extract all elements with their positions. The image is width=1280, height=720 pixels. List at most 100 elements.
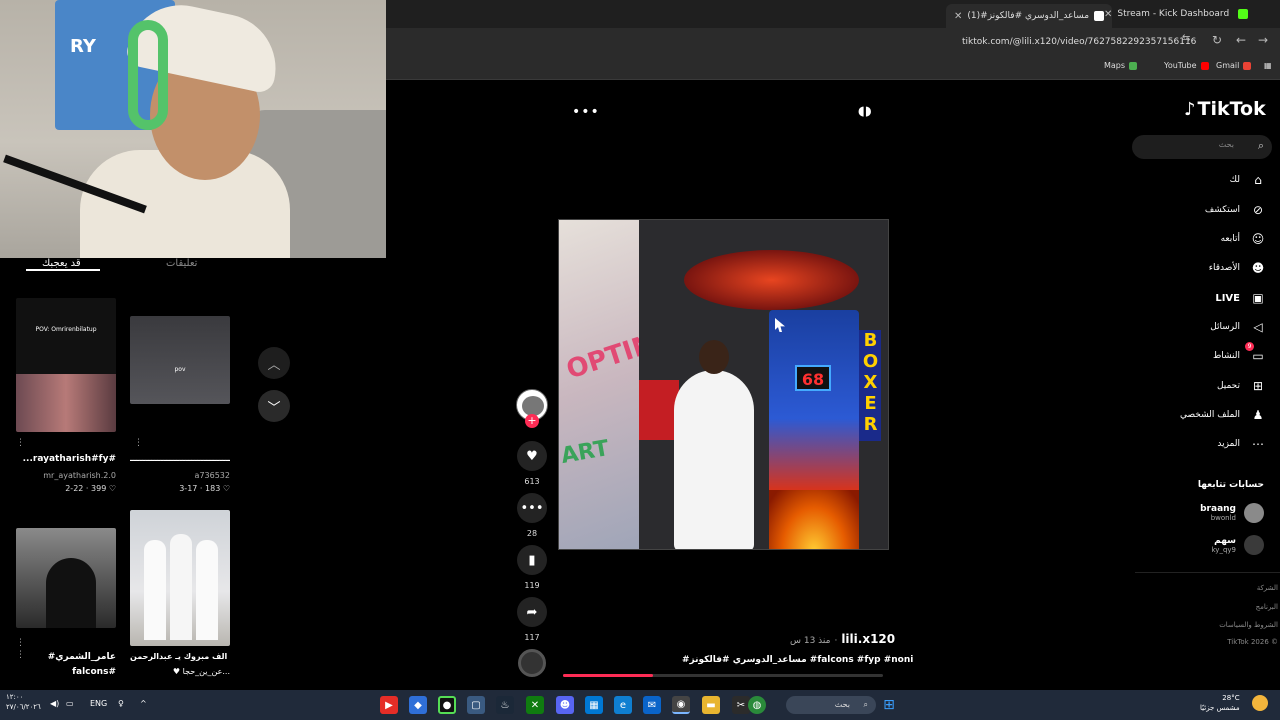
weather-widget[interactable]: 28°C مشمس جزئيًا (1200, 693, 1240, 713)
next-video-button[interactable]: ﹀ (258, 390, 290, 422)
sound-disc-icon[interactable] (518, 649, 546, 677)
weather-sun-icon (1252, 695, 1268, 711)
sidebar-item-label: الملف الشخصي (1180, 410, 1240, 420)
video-progress-bar[interactable] (563, 674, 883, 677)
steam-icon[interactable]: ♨ (496, 696, 514, 714)
card-author[interactable]: mr_ayatharish.2.0 (16, 471, 116, 480)
tab-kick[interactable]: ✕ Stream - Kick Dashboard (1104, 4, 1229, 24)
sidebar-item-following[interactable]: أتابعه ☺ (1221, 229, 1266, 249)
video-thumbnail[interactable]: POV: Omrirenbilatup (16, 298, 116, 432)
edge-icon[interactable]: e (614, 696, 632, 714)
forward-icon[interactable]: → (1258, 33, 1268, 47)
card-likes: 183 ♡ (205, 484, 230, 493)
chrome-icon[interactable]: ◉ (672, 696, 690, 714)
apps-grid-icon[interactable]: ▦ (1264, 61, 1272, 70)
obs-icon[interactable]: ● (438, 696, 456, 714)
tab-comments[interactable]: تعليقات (166, 258, 197, 269)
bookmark-youtube[interactable]: YouTube (1164, 61, 1209, 70)
site-settings-icon[interactable]: ⇆ (1182, 33, 1190, 44)
card-title[interactable]: الف مبروك يـ عبدالرحمن ✨ (130, 652, 230, 661)
footer-link-program[interactable]: البرنامج (1256, 603, 1278, 611)
divider (1135, 572, 1280, 573)
globe-icon[interactable]: ◍ (748, 696, 766, 714)
taskbar-clock[interactable]: ١٢:٠٠ ٢٧/٠٦/٢٠٢٦ (6, 692, 41, 712)
sidebar-item-label: النشاط (1212, 351, 1240, 361)
reload-icon[interactable]: ↻ (1212, 33, 1222, 47)
discord-icon[interactable]: ☻ (556, 696, 574, 714)
account-handle: ky_qy9 (1211, 546, 1237, 554)
sidebar-item-for-you[interactable]: لك ⌂ (1230, 170, 1266, 190)
volume-icon[interactable]: ◀) (50, 699, 59, 708)
youtube-icon[interactable]: ▶ (380, 696, 398, 714)
mic-icon[interactable]: ♀ (118, 699, 124, 708)
caption-hashtags[interactable]: #مساعد_الدوسري #فالكونز #falcons #fyp #n… (682, 655, 913, 665)
volume-icon[interactable]: ◖◗ (858, 104, 872, 119)
more-options-icon[interactable]: ⋮ (134, 438, 143, 448)
more-options-icon[interactable]: ⋮ (16, 438, 25, 448)
like-button[interactable]: ♥ (517, 441, 547, 471)
sidebar-item-explore[interactable]: استكشف ⊘ (1205, 200, 1266, 220)
sidebar-item-upload[interactable]: تحميل ⊞ (1217, 376, 1266, 396)
sidebar-item-friends[interactable]: الأصدقاء ☻ (1209, 258, 1266, 278)
card-title[interactable]: ـــــــــــــــــــــــــــــــــــ (130, 454, 230, 464)
back-icon[interactable]: ← (1236, 33, 1246, 47)
more-options-icon[interactable]: ⋮ (16, 638, 25, 648)
bookmark-gmail[interactable]: Gmail (1216, 61, 1252, 70)
taskbar-search[interactable]: بحث ⌕ (786, 696, 876, 714)
window-app-icon[interactable]: ▢ (467, 696, 485, 714)
windows-start-icon[interactable]: ⊞ (880, 696, 898, 714)
sidebar-item-messages[interactable]: الرسائل ◁ (1210, 317, 1266, 337)
chevron-up-icon[interactable]: ^ (140, 699, 147, 708)
video-thumbnail[interactable]: pov (130, 316, 230, 404)
boxer-text: BOXER (860, 330, 881, 435)
store-icon[interactable]: ▦ (585, 696, 603, 714)
card-author[interactable]: a736532 (130, 471, 230, 480)
sidebar-item-more[interactable]: المزيد ⋯ (1217, 434, 1266, 454)
following-account[interactable]: سهم ky_qy9 (1211, 535, 1264, 555)
close-icon[interactable]: ✕ (1104, 9, 1112, 20)
file-explorer-icon[interactable]: ▬ (702, 696, 720, 714)
search-icon[interactable]: ⌕ (1258, 139, 1264, 153)
video-player[interactable]: OPTIMI ART 68 BOXER (558, 219, 889, 550)
more-options-icon[interactable]: ⋮ (16, 650, 25, 660)
shirt-print: RY (70, 36, 96, 57)
language-indicator[interactable]: ENG (90, 699, 107, 708)
comment-button[interactable]: ••• (517, 493, 547, 523)
tab-tiktok[interactable]: ✕ (1)#مساعد_الدوسري #فالكونز (946, 4, 1113, 28)
battery-icon[interactable]: ▭ (66, 699, 74, 708)
footer-link-company[interactable]: الشركة (1257, 584, 1278, 592)
save-button[interactable]: ▮ (517, 545, 547, 575)
share-button[interactable]: ➦ (517, 597, 547, 627)
video-thumbnail[interactable] (130, 510, 230, 646)
maps-icon (1129, 61, 1138, 70)
bookmark-maps[interactable]: Maps (1104, 61, 1138, 70)
card-title[interactable]: ...rayatharish#fy# (16, 454, 116, 464)
xbox-icon[interactable]: ✕ (526, 696, 544, 714)
video-thumbnail[interactable] (16, 528, 116, 628)
search-icon: ⌕ (863, 700, 868, 709)
follow-plus-icon[interactable]: + (525, 414, 539, 428)
shield-app-icon[interactable]: ◆ (409, 696, 427, 714)
tiktok-logo[interactable]: ♪ TikTok (1184, 98, 1266, 120)
following-account[interactable]: braang bwonld (1200, 503, 1264, 523)
chevron-up-icon: ︿ (267, 357, 281, 373)
search-input[interactable]: بحث ⌕ (1132, 135, 1272, 159)
card-subtitle[interactable]: ♥ عن_ين_حجا... (130, 667, 230, 676)
tab-you-may-like[interactable]: قد يعجبك (42, 258, 81, 269)
close-icon[interactable]: ✕ (954, 11, 962, 22)
tiktok-favicon-icon (1094, 11, 1105, 21)
comment-icon: ••• (520, 500, 544, 516)
sidebar-item-activity[interactable]: النشاط ▭ 9 (1212, 342, 1266, 366)
live-icon: ▣ (1252, 291, 1264, 305)
username-link[interactable]: lili.x120 (841, 632, 895, 646)
sidebar-item-profile[interactable]: الملف الشخصي ♟ (1180, 405, 1266, 425)
card-title[interactable]: #عامر_الشمري (16, 652, 116, 662)
footer-link-terms[interactable]: الشروط والسياسات (1219, 621, 1278, 629)
more-icon[interactable]: ••• (572, 104, 600, 120)
sidebar-item-live[interactable]: LIVE ▣ (1215, 288, 1266, 308)
tab-label: (1)#مساعد_الدوسري #فالكونز (967, 11, 1090, 21)
previous-video-button[interactable]: ︿ (258, 347, 290, 379)
url-field[interactable]: tiktok.com/@lili.x120/video/762758229235… (962, 37, 1196, 47)
card-hashtag[interactable]: falcons# (16, 667, 116, 677)
outlook-icon[interactable]: ✉ (643, 696, 661, 714)
